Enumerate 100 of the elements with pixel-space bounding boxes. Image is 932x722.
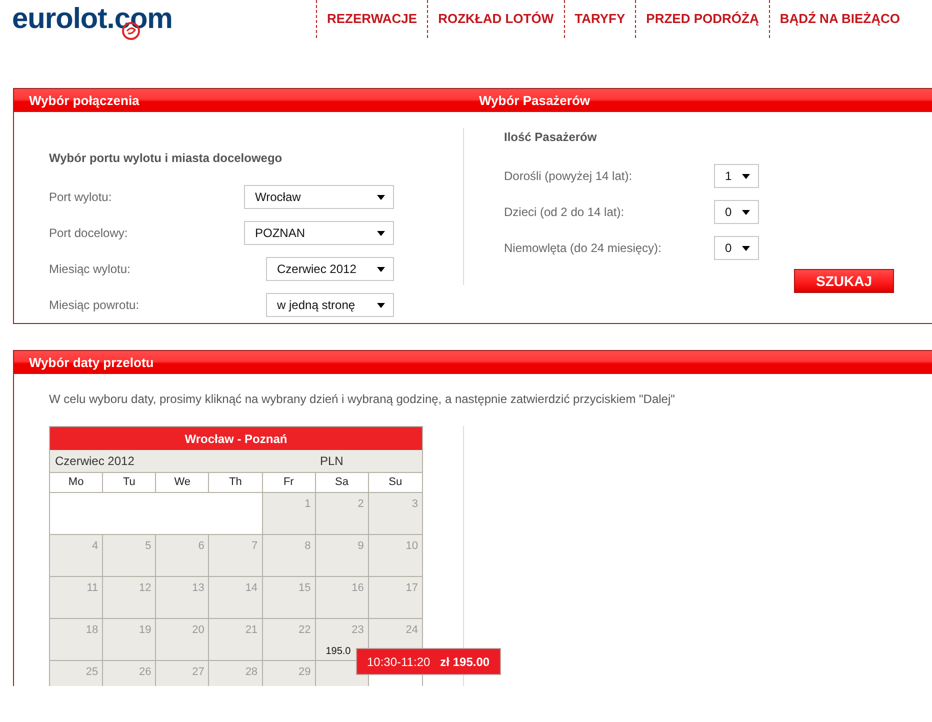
day-number: 14 [245, 581, 258, 596]
dropdown-select[interactable]: 0 [714, 200, 759, 224]
field-label: Port wylotu: [49, 189, 112, 206]
day-number: 21 [245, 623, 258, 638]
caret-icon [742, 210, 750, 214]
weekday-header: Tu [103, 473, 156, 493]
day-number: 23 [352, 623, 364, 638]
calendar-day[interactable]: 20 [156, 619, 210, 661]
calendar-day[interactable]: 13 [156, 577, 210, 619]
calendar-day[interactable]: 29 [262, 661, 316, 686]
dropdown-select[interactable]: w jedną stronę [266, 293, 394, 317]
day-number: 28 [245, 665, 258, 680]
weekday-header: Mo [50, 473, 104, 493]
day-number: 2 [358, 497, 364, 512]
calendar-day[interactable]: 9 [316, 535, 369, 577]
calendar-day[interactable]: 7 [209, 535, 263, 577]
calendar-day[interactable]: 17 [368, 577, 422, 619]
nav-link[interactable]: PRZED PODRÓŻĄ [635, 0, 769, 38]
day-number: 7 [251, 539, 258, 554]
calendar-day[interactable]: 18 [50, 619, 104, 661]
calendar-day[interactable]: 19 [103, 619, 156, 661]
calendar-day[interactable]: 3 [368, 493, 422, 535]
field-label: Dzieci (od 2 do 14 lat): [504, 204, 626, 221]
day-number: 1 [304, 497, 311, 512]
dropdown-select[interactable]: POZNAN [244, 221, 394, 245]
calendar-day[interactable]: 28 [209, 661, 263, 686]
calendar-day[interactable]: 5 [103, 535, 156, 577]
day-number: 19 [139, 623, 152, 638]
dropdown-select[interactable]: Wrocław [244, 185, 394, 209]
calendar-day[interactable]: 16 [316, 577, 369, 619]
calendar-day[interactable]: 8 [262, 535, 316, 577]
day-number: 9 [358, 539, 364, 554]
day-number: 20 [192, 623, 204, 638]
day-number: 4 [92, 539, 98, 554]
weekday-header: Fr [262, 473, 316, 493]
search-button[interactable]: SZUKAJ [794, 269, 894, 293]
calendar-day[interactable]: 6 [156, 535, 210, 577]
calendar-day[interactable]: 25 [50, 661, 104, 686]
nav-link[interactable]: BĄDŹ NA BIEŻĄCO [768, 0, 910, 38]
calendar-title: Wrocław - Poznań [50, 427, 422, 450]
day-number: 24 [406, 623, 418, 638]
caret-icon [377, 266, 385, 272]
dropdown-select[interactable]: Czerwiec 2012 [266, 257, 394, 281]
nav-link[interactable]: TARYFY [564, 0, 636, 38]
section-title: Wybór Pasażerów [479, 92, 590, 110]
caret-icon [377, 230, 385, 236]
nav-link[interactable]: ROZKŁAD LOTÓW [427, 0, 564, 38]
field-label: Niemowlęta (do 24 miesięcy): [504, 240, 662, 257]
calendar-day[interactable]: 11 [50, 577, 104, 619]
flight-price: zł 195.00 [440, 654, 490, 670]
weekday-header: Th [209, 473, 263, 493]
day-number: 29 [298, 665, 311, 680]
day-number: 3 [412, 497, 418, 512]
calendar-day[interactable]: 2 [316, 493, 369, 535]
calendar-day[interactable]: 12 [103, 577, 156, 619]
caret-icon [742, 174, 750, 178]
day-number: 27 [192, 665, 204, 680]
field-label: Dorośli (powyżej 14 lat): [504, 168, 634, 185]
weekday-header: Sa [316, 473, 369, 493]
field-label: Miesiąc wylotu: [49, 261, 130, 278]
calendar-day[interactable]: 21 [209, 619, 263, 661]
flight-tooltip[interactable]: 10:30-11:20 zł 195.00 [356, 648, 501, 675]
section-subtitle: Ilość Pasażerów [504, 129, 598, 146]
instruction-text: W celu wyboru daty, prosimy kliknąć na wybrany dzień i wybraną godzinę, a następnie zatwierdzić przyciskiem "Dalej" [48, 391, 676, 408]
caret-icon [377, 302, 385, 308]
section-title: Wybór daty przelotu [28, 354, 154, 372]
nav-link[interactable]: REZERWACJE [316, 0, 428, 38]
caret-icon [377, 194, 385, 200]
calendar-day[interactable]: 22 [262, 619, 316, 661]
calendar-day[interactable]: 4 [50, 535, 104, 577]
day-number: 15 [298, 581, 311, 596]
day-number: 16 [352, 581, 364, 596]
day-number: 11 [86, 581, 98, 596]
day-number: 10 [406, 539, 418, 554]
day-number: 13 [192, 581, 204, 596]
dropdown-select[interactable]: 1 [714, 164, 759, 188]
section-subtitle: Wybór portu wylotu i miasta docelowego [49, 150, 284, 167]
calendar-day[interactable]: 15 [262, 577, 316, 619]
calendar-day[interactable]: 26 [103, 661, 156, 686]
currency-label: PLN [320, 453, 344, 470]
calendar-month: Czerwiec 2012 [54, 453, 136, 470]
day-number: 5 [145, 539, 152, 554]
calendar-day[interactable]: 1 [262, 493, 316, 535]
calendar-day[interactable]: 27 [156, 661, 210, 686]
day-number: 22 [298, 623, 311, 638]
field-label: Port docelowy: [49, 225, 128, 242]
calendar-day[interactable]: 23 195.0 [316, 619, 369, 661]
logo[interactable]: eurolot.com [12, 3, 172, 35]
day-number: 12 [139, 581, 152, 596]
day-number: 8 [304, 539, 311, 554]
day-number: 6 [198, 539, 204, 554]
day-price: 195.0 [326, 645, 351, 659]
day-number: 26 [139, 665, 152, 680]
field-label: Miesiąc powrotu: [49, 297, 140, 314]
weekday-header: We [156, 473, 210, 493]
day-number: 17 [406, 581, 418, 596]
caret-icon [742, 246, 750, 250]
calendar-day[interactable]: 10 [368, 535, 422, 577]
calendar-day[interactable]: 14 [209, 577, 263, 619]
dropdown-select[interactable]: 0 [714, 236, 759, 260]
